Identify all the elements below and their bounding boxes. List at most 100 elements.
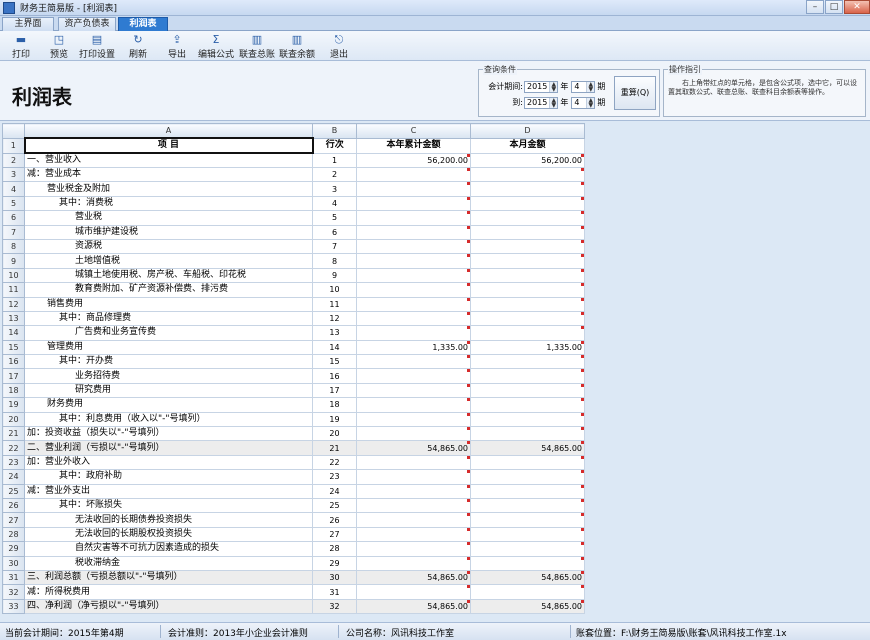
month-amount-cell[interactable] — [470, 296, 585, 312]
row-number[interactable]: 15 — [2, 339, 25, 356]
ytd-amount-cell[interactable] — [356, 382, 471, 399]
row-number[interactable]: 28 — [2, 526, 25, 543]
ytd-amount-cell[interactable] — [356, 454, 471, 471]
ytd-amount-cell[interactable] — [356, 483, 471, 499]
ytd-amount-cell[interactable] — [356, 296, 471, 312]
item-cell[interactable]: 其中：坏账损失 — [24, 497, 313, 514]
from-year-spinner[interactable]: 2015 ▲ ▼ — [524, 80, 559, 93]
column-header-c[interactable]: C — [356, 123, 471, 139]
month-amount-cell[interactable] — [470, 354, 585, 370]
ytd-amount-cell[interactable]: 1,335.00 — [356, 339, 471, 356]
month-amount-cell[interactable] — [470, 584, 585, 600]
row-number[interactable]: 27 — [2, 512, 25, 528]
row-number[interactable]: 14 — [2, 325, 25, 341]
item-cell[interactable]: 自然灾害等不可抗力因素造成的损失 — [24, 541, 313, 557]
month-amount-cell[interactable] — [470, 512, 585, 528]
maximize-icon[interactable]: □ — [825, 0, 843, 14]
row-number[interactable]: 9 — [2, 253, 25, 269]
row-number[interactable]: 3 — [2, 166, 25, 183]
item-cell[interactable]: 其中：消费税 — [24, 195, 313, 212]
line-no-cell[interactable]: 10 — [312, 282, 357, 298]
line-no-cell[interactable]: 30 — [312, 569, 357, 586]
row-number[interactable]: 26 — [2, 497, 25, 514]
toolbar-button-exit[interactable]: ⎋ 退出 — [326, 33, 352, 60]
ytd-amount-cell[interactable] — [356, 426, 471, 442]
line-no-cell[interactable]: 25 — [312, 497, 357, 514]
toolbar-button-formula[interactable]: Σ 编辑公式 — [196, 33, 236, 60]
row-number[interactable]: 21 — [2, 426, 25, 442]
spin-arrows-icon[interactable]: ▲ ▼ — [586, 97, 595, 108]
row-number[interactable]: 11 — [2, 282, 25, 298]
line-no-cell[interactable]: 29 — [312, 555, 357, 571]
row-number[interactable]: 31 — [2, 569, 25, 586]
ytd-amount-cell[interactable] — [356, 584, 471, 600]
ytd-amount-cell[interactable] — [356, 267, 471, 284]
ytd-amount-cell[interactable] — [356, 210, 471, 226]
row-number[interactable]: 30 — [2, 555, 25, 571]
line-no-cell[interactable]: 15 — [312, 354, 357, 370]
item-cell[interactable]: 无法收回的长期股权投资损失 — [24, 526, 313, 543]
item-cell[interactable]: 业务招待费 — [24, 368, 313, 384]
toolbar-button-preview[interactable]: ◳ 预览 — [46, 33, 72, 60]
row-number[interactable]: 33 — [2, 598, 25, 615]
month-amount-cell[interactable] — [470, 483, 585, 499]
corner-cell[interactable] — [2, 123, 25, 139]
line-no-cell[interactable]: 24 — [312, 483, 357, 499]
ytd-amount-cell[interactable] — [356, 238, 471, 255]
ytd-amount-cell[interactable] — [356, 253, 471, 269]
month-amount-cell[interactable] — [470, 238, 585, 255]
ytd-amount-cell[interactable]: 54,865.00 — [356, 569, 471, 586]
ytd-amount-cell[interactable]: 54,865.00 — [356, 598, 471, 615]
ytd-amount-cell[interactable]: 56,200.00 — [356, 152, 471, 168]
line-no-cell[interactable]: 1 — [312, 152, 357, 168]
ytd-amount-cell[interactable] — [356, 526, 471, 543]
item-cell[interactable]: 其中：政府补助 — [24, 469, 313, 485]
item-cell[interactable]: 研究费用 — [24, 382, 313, 399]
ytd-amount-cell[interactable] — [356, 368, 471, 384]
row-number[interactable]: 6 — [2, 210, 25, 226]
row-number[interactable]: 1 — [2, 137, 25, 154]
line-no-cell[interactable]: 11 — [312, 296, 357, 312]
minimize-icon[interactable]: – — [806, 0, 824, 14]
header-ytd-amount[interactable]: 本年累计金额 — [356, 137, 471, 154]
month-amount-cell[interactable] — [470, 166, 585, 183]
line-no-cell[interactable]: 27 — [312, 526, 357, 543]
row-number[interactable]: 8 — [2, 238, 25, 255]
header-line-no[interactable]: 行次 — [312, 137, 357, 154]
ytd-amount-cell[interactable] — [356, 195, 471, 212]
month-amount-cell[interactable]: 54,865.00 — [470, 440, 585, 456]
toolbar-button-ledger[interactable]: ▥ 联查总账 — [238, 33, 276, 60]
row-number[interactable]: 16 — [2, 354, 25, 370]
month-amount-cell[interactable] — [470, 469, 585, 485]
line-no-cell[interactable]: 6 — [312, 224, 357, 240]
item-cell[interactable]: 减：营业外支出 — [24, 483, 313, 499]
line-no-cell[interactable]: 17 — [312, 382, 357, 399]
line-no-cell[interactable]: 13 — [312, 325, 357, 341]
spin-arrows-icon[interactable]: ▲ ▼ — [549, 97, 558, 108]
ytd-amount-cell[interactable] — [356, 397, 471, 413]
row-number[interactable]: 20 — [2, 411, 25, 428]
column-header-d[interactable]: D — [470, 123, 585, 139]
row-number[interactable]: 17 — [2, 368, 25, 384]
item-cell[interactable]: 管理费用 — [24, 339, 313, 356]
ytd-amount-cell[interactable] — [356, 282, 471, 298]
line-no-cell[interactable]: 9 — [312, 267, 357, 284]
ytd-amount-cell[interactable] — [356, 541, 471, 557]
tab-main[interactable]: 主界面 — [2, 17, 54, 31]
spin-arrows-icon[interactable]: ▲ ▼ — [549, 81, 558, 92]
line-no-cell[interactable]: 14 — [312, 339, 357, 356]
header-item[interactable]: 项 目 — [23, 137, 314, 154]
item-cell[interactable]: 广告费和业务宣传费 — [24, 325, 313, 341]
month-amount-cell[interactable] — [470, 195, 585, 212]
line-no-cell[interactable]: 26 — [312, 512, 357, 528]
line-no-cell[interactable]: 31 — [312, 584, 357, 600]
item-cell[interactable]: 销售费用 — [24, 296, 313, 312]
column-header-b[interactable]: B — [312, 123, 357, 139]
tab-income-statement[interactable]: 利润表 — [118, 17, 168, 31]
ytd-amount-cell[interactable] — [356, 166, 471, 183]
month-amount-cell[interactable]: 1,335.00 — [470, 339, 585, 356]
month-amount-cell[interactable] — [470, 325, 585, 341]
item-cell[interactable]: 减：营业成本 — [24, 166, 313, 183]
column-header-a[interactable]: A — [24, 123, 313, 139]
item-cell[interactable]: 其中：商品修理费 — [24, 310, 313, 327]
